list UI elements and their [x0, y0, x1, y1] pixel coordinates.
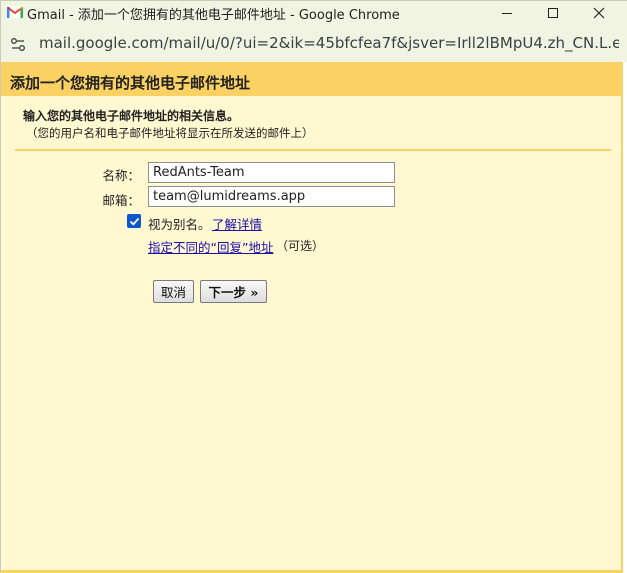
address-bar: mail.google.com/mail/u/0/?ui=2&ik=45bfcf… — [1, 25, 627, 62]
maximize-button[interactable] — [530, 1, 576, 25]
intro-subtitle: （您的用户名和电子邮件地址将显示在所发送的邮件上） — [26, 126, 314, 140]
name-input[interactable] — [148, 162, 395, 183]
alias-label: 视为别名。 — [148, 217, 211, 232]
title-bar: Gmail - 添加一个您拥有的其他电子邮件地址 - Google Chrome — [1, 1, 627, 25]
dialog-content: 添加一个您拥有的其他电子邮件地址 输入您的其他电子邮件地址的相关信息。 （您的用… — [1, 62, 627, 573]
intro-title: 输入您的其他电子邮件地址的相关信息。 — [23, 109, 240, 123]
optional-label: （可选） — [276, 239, 325, 253]
close-icon — [593, 7, 605, 19]
learn-more-link[interactable]: 了解详情 — [212, 214, 262, 233]
url-text[interactable]: mail.google.com/mail/u/0/?ui=2&ik=45bfcf… — [39, 34, 619, 52]
gmail-icon — [7, 6, 23, 18]
minimize-icon — [502, 13, 512, 14]
email-input[interactable] — [148, 186, 395, 207]
form-panel: 输入您的其他电子邮件地址的相关信息。 （您的用户名和电子邮件地址将显示在所发送的… — [6, 96, 623, 570]
side-strip — [623, 62, 627, 573]
email-label: 邮箱： — [102, 193, 140, 208]
maximize-icon — [548, 8, 558, 18]
reply-to-link[interactable]: 指定不同的“回复”地址 — [148, 237, 273, 256]
browser-window: Gmail - 添加一个您拥有的其他电子邮件地址 - Google Chrome… — [0, 0, 627, 573]
next-step-button[interactable]: 下一步 » — [200, 280, 267, 303]
checkmark-icon — [129, 217, 139, 226]
cancel-button[interactable]: 取消 — [153, 280, 194, 303]
name-label: 名称： — [102, 168, 140, 183]
close-button[interactable] — [576, 1, 622, 25]
dialog-header: 添加一个您拥有的其他电子邮件地址 — [1, 62, 623, 96]
alias-checkbox[interactable] — [127, 214, 141, 228]
site-settings-icon[interactable] — [7, 33, 29, 55]
minimize-button[interactable] — [484, 1, 530, 25]
divider — [15, 149, 611, 151]
dialog-title: 添加一个您拥有的其他电子邮件地址 — [10, 74, 251, 92]
window-title: Gmail - 添加一个您拥有的其他电子邮件地址 - Google Chrome — [27, 8, 400, 23]
